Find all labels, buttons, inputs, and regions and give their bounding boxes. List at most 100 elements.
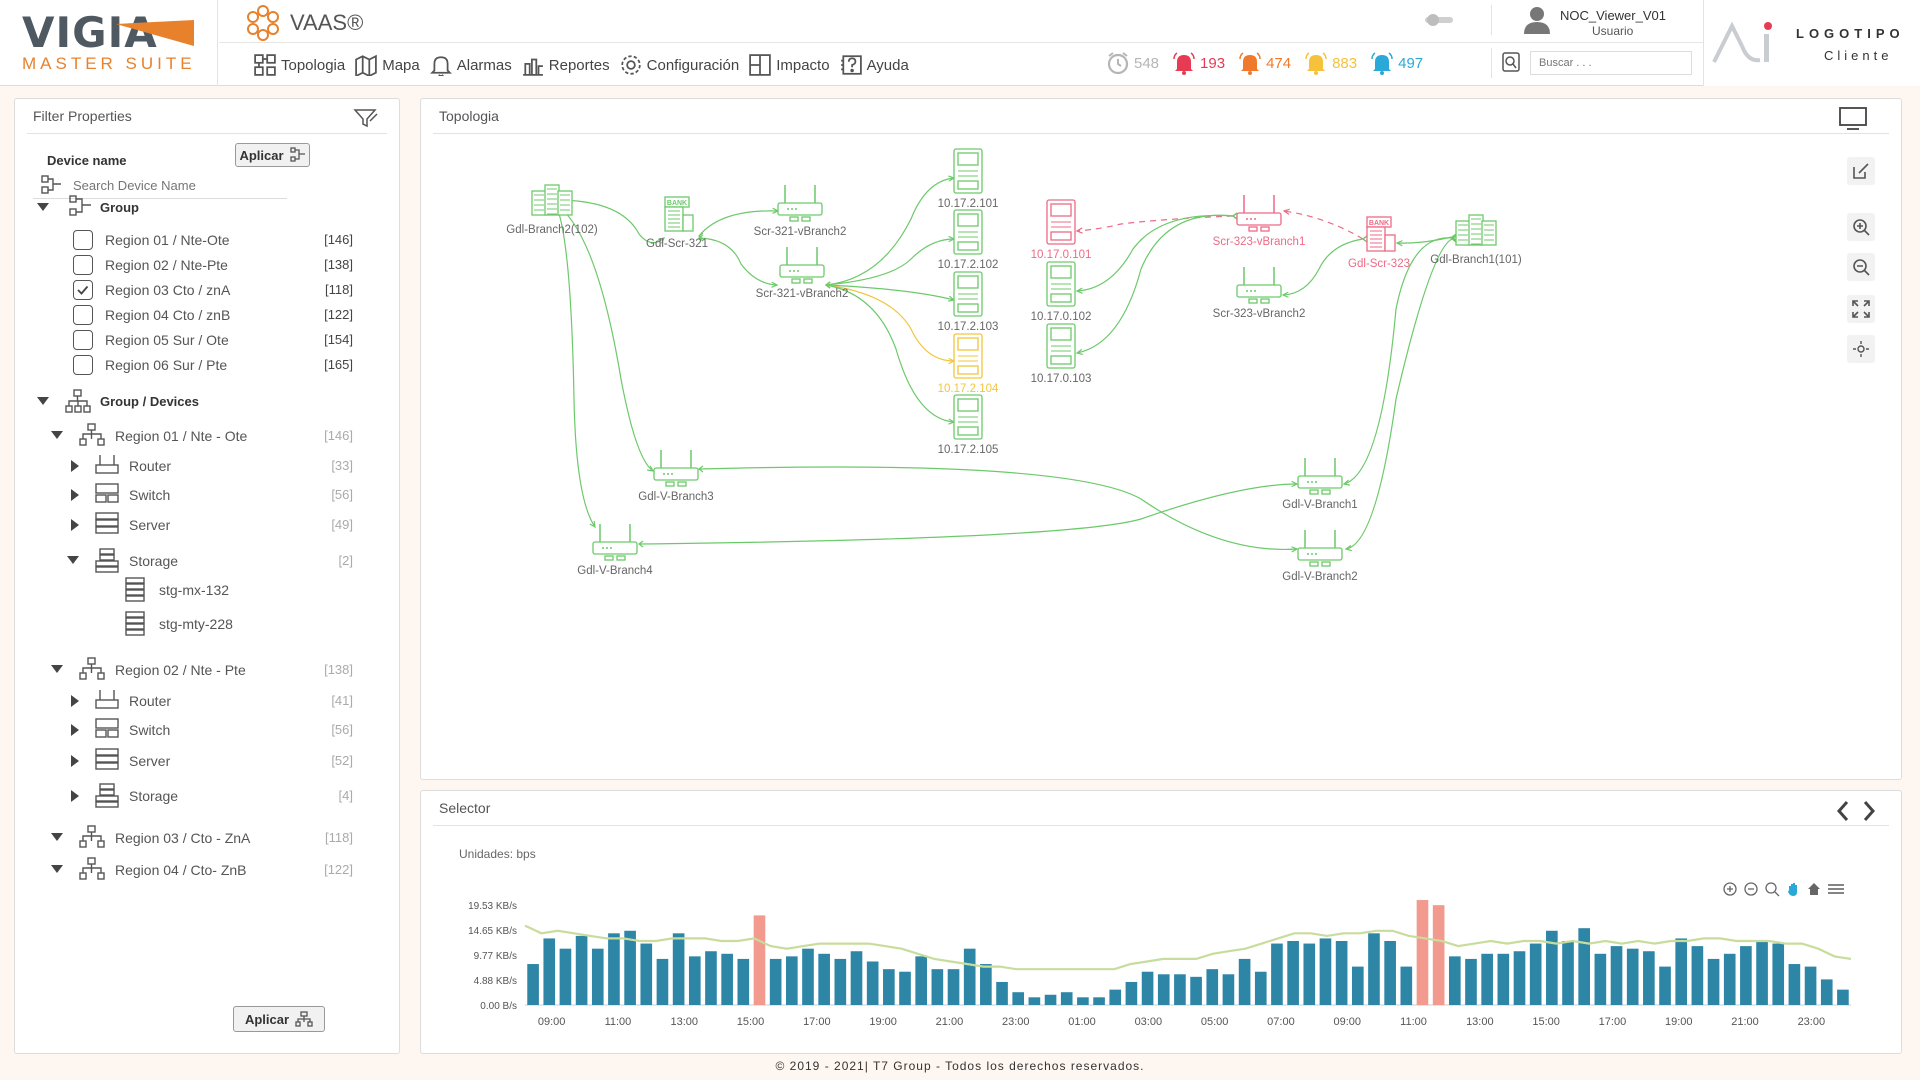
topology-node-router[interactable]: Gdl-V-Branch3 xyxy=(638,450,714,503)
topology-link[interactable] xyxy=(1345,238,1453,550)
tree-device-type[interactable]: Router [41] xyxy=(15,690,399,712)
chart-bar[interactable] xyxy=(1804,966,1817,1005)
topology-node-host[interactable]: 10.17.2.105 xyxy=(938,394,999,456)
chart-bar[interactable] xyxy=(656,958,669,1005)
chart-bar[interactable] xyxy=(1465,958,1477,1005)
chart-bar[interactable] xyxy=(769,958,782,1005)
topology-link[interactable] xyxy=(638,483,1298,545)
chart-bar[interactable] xyxy=(575,935,588,1005)
chart-bar[interactable] xyxy=(721,953,733,1005)
chart-bar[interactable] xyxy=(527,964,539,1005)
tree-device-type[interactable]: Storage [2] xyxy=(15,548,399,573)
chart-bar[interactable] xyxy=(980,964,992,1005)
device-search-input[interactable] xyxy=(73,175,278,195)
tree-device-type[interactable]: Storage [4] xyxy=(15,783,399,808)
collapse-caret-icon[interactable] xyxy=(51,431,63,439)
traffic-chart[interactable]: 0.00 B/s 4.88 KB/s 9.77 KB/s 14.65 KB/s 19.5… xyxy=(421,791,1903,1055)
chart-bar[interactable] xyxy=(1562,940,1574,1005)
chart-bar[interactable] xyxy=(1174,974,1186,1005)
chart-bar[interactable] xyxy=(1222,974,1235,1005)
collapse-caret-icon[interactable] xyxy=(37,203,49,211)
tree-device-type[interactable]: Server [49] xyxy=(15,512,399,536)
expand-caret-icon[interactable] xyxy=(71,460,79,472)
chart-bar[interactable] xyxy=(737,958,750,1005)
chart-bar[interactable] xyxy=(883,969,895,1005)
chart-bar[interactable] xyxy=(688,956,701,1005)
topology-node-router[interactable]: Gdl-V-Branch2 xyxy=(1282,530,1358,583)
chart-bar[interactable] xyxy=(1756,940,1768,1005)
chart-bar[interactable] xyxy=(850,951,863,1005)
group-checkbox-row[interactable]: Region 01 / Nte-Ote [146] xyxy=(15,229,399,251)
nav-mapa[interactable]: Mapa xyxy=(355,50,420,80)
chart-bar[interactable] xyxy=(1837,989,1849,1005)
chart-bar[interactable] xyxy=(1238,958,1251,1005)
global-search-input[interactable] xyxy=(1530,51,1692,75)
chart-bar[interactable] xyxy=(1335,940,1348,1005)
chart-bar[interactable] xyxy=(543,938,556,1005)
collapse-caret-icon[interactable] xyxy=(67,556,79,564)
nav-alarmas[interactable]: Alarmas xyxy=(429,50,512,80)
topology-link[interactable] xyxy=(825,284,955,423)
topology-link[interactable] xyxy=(825,238,955,286)
chart-bar[interactable] xyxy=(672,933,685,1005)
chart-bar[interactable] xyxy=(1691,946,1704,1005)
chart-bar-highlight[interactable] xyxy=(1432,905,1445,1005)
alarm-counter[interactable]: 193 xyxy=(1172,51,1225,75)
tree-device-type[interactable]: Switch [56] xyxy=(15,718,399,741)
topology-node-router[interactable]: Scr-321-vBranch2 xyxy=(756,247,849,300)
chart-bar[interactable] xyxy=(947,969,960,1005)
chart-bar[interactable] xyxy=(1141,971,1154,1005)
topology-node-router[interactable]: Gdl-V-Branch4 xyxy=(577,524,653,577)
chart-bar[interactable] xyxy=(1578,928,1591,1005)
nav-configuracin[interactable]: Configuración xyxy=(620,50,739,80)
tree-device-type[interactable]: Switch [56] xyxy=(15,483,399,506)
chart-bar[interactable] xyxy=(1643,951,1655,1005)
topology-node-host[interactable]: 10.17.2.102 xyxy=(938,209,999,271)
apply-filter-button[interactable]: Aplicar xyxy=(233,1006,325,1032)
chart-bar[interactable] xyxy=(996,981,1008,1005)
tree-region[interactable]: Region 01 / Nte - Ote [146] xyxy=(15,423,399,447)
expand-caret-icon[interactable] xyxy=(71,695,79,707)
topology-node-router[interactable]: Scr-323-vBranch1 xyxy=(1213,195,1306,248)
chart-bar[interactable] xyxy=(1788,964,1801,1005)
tree-device-type[interactable]: Router [33] xyxy=(15,455,399,477)
chart-bar[interactable] xyxy=(559,948,572,1005)
topology-node-host[interactable]: 10.17.0.102 xyxy=(1031,261,1092,323)
chart-bar[interactable] xyxy=(1271,943,1283,1005)
chart-bar[interactable] xyxy=(1529,943,1542,1005)
brand-logo[interactable]: VIGIA MASTER SUITE xyxy=(0,0,218,86)
topology-graph[interactable]: Gdl-Branch2(102) BANK Gdl-Scr-321 Scr-321-v… xyxy=(421,99,1903,781)
topology-node-bank[interactable]: BANK Gdl-Scr-321 xyxy=(646,196,708,250)
chart-bar[interactable] xyxy=(915,956,928,1005)
nav-impacto[interactable]: Impacto xyxy=(749,50,830,80)
collapse-caret-icon[interactable] xyxy=(37,397,49,405)
chart-bar[interactable] xyxy=(1610,946,1623,1005)
chart-bar[interactable] xyxy=(1206,969,1219,1005)
toggle-switch[interactable] xyxy=(1425,14,1455,26)
chart-bar[interactable] xyxy=(1125,981,1138,1005)
chart-bar[interactable] xyxy=(1254,971,1267,1005)
group-checkbox-row[interactable]: Region 03 Cto / znA [118] xyxy=(15,279,399,301)
chart-bar[interactable] xyxy=(1497,953,1510,1005)
collapse-caret-icon[interactable] xyxy=(51,665,63,673)
alarm-counter[interactable]: 497 xyxy=(1370,51,1423,75)
chart-bar[interactable] xyxy=(1303,943,1316,1005)
collapse-caret-icon[interactable] xyxy=(51,833,63,841)
topology-link[interactable] xyxy=(1283,210,1364,240)
expand-caret-icon[interactable] xyxy=(71,519,79,531)
topology-link[interactable] xyxy=(553,202,654,472)
nav-ayuda[interactable]: Ayuda xyxy=(840,50,909,80)
expand-caret-icon[interactable] xyxy=(71,790,79,802)
topology-node-router[interactable]: Scr-321-vBranch2 xyxy=(754,185,847,238)
chart-bar[interactable] xyxy=(1707,958,1720,1005)
checkbox[interactable] xyxy=(73,330,93,350)
expand-caret-icon[interactable] xyxy=(71,755,79,767)
chart-bar[interactable] xyxy=(1481,953,1493,1005)
group-devices-header[interactable]: Group / Devices xyxy=(15,389,399,413)
expand-caret-icon[interactable] xyxy=(71,724,79,736)
chart-bar[interactable] xyxy=(963,948,976,1005)
chart-bar[interactable] xyxy=(705,951,717,1005)
chart-bar[interactable] xyxy=(1772,943,1785,1005)
topology-link[interactable] xyxy=(1343,237,1453,485)
tree-region[interactable]: Region 04 / Cto- ZnB [122] xyxy=(15,857,399,881)
